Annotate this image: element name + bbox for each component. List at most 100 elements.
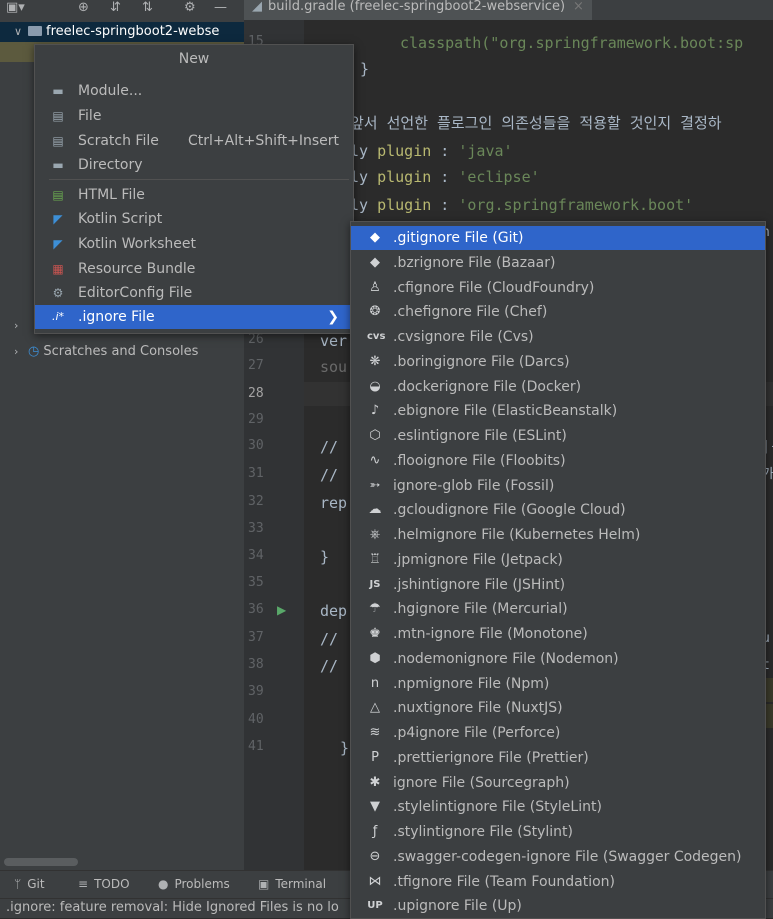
status-message[interactable]: .ignore: feature removal: Hide Ignored F…: [6, 900, 339, 915]
ignore-menu-item[interactable]: ▼ .stylelintignore File (StyleLint): [351, 795, 765, 819]
ignore-menu-item[interactable]: ≋ .p4ignore File (Perforce): [351, 721, 765, 745]
todo-tool-button[interactable]: ≡ TODO: [78, 876, 130, 892]
ignore-menu-item-label: .tfignore File (Team Foundation): [393, 873, 615, 890]
chevron-down-icon[interactable]: ∨: [14, 22, 28, 42]
ignore-menu-item-label: .mtn-ignore File (Monotone): [393, 626, 588, 642]
editor-tab-build-gradle[interactable]: ◢ build.gradle (freelec-springboot2-webse…: [244, 0, 592, 20]
chevron-right-icon[interactable]: ›: [14, 342, 28, 362]
locate-icon[interactable]: ⊕: [78, 1, 89, 15]
ignore-menu-item[interactable]: UP .upignore File (Up): [351, 894, 765, 918]
new-popup-menu: New ▬ Module... ▤ File ▤ Scratch File Ctrl+A…: [34, 44, 354, 334]
git-tool-button[interactable]: ᛘ Git: [14, 876, 45, 892]
ignore-menu-item-label: .nuxtignore File (NuxtJS): [393, 700, 563, 717]
ignore-menu-item[interactable]: ⋈ .tfignore File (Team Foundation): [351, 870, 765, 894]
project-root-node[interactable]: ∨ freelec-springboot2-webse: [0, 22, 244, 42]
ignore-file-icon: .i*: [51, 310, 65, 323]
expand-all-icon[interactable]: ⇵: [110, 1, 121, 15]
mercurial-icon: ☂: [369, 601, 381, 617]
chevron-right-icon[interactable]: ›: [14, 316, 28, 336]
problems-tool-button[interactable]: ● Problems: [158, 876, 230, 892]
code-line: ly plugin : 'eclipse': [350, 168, 540, 186]
menu-item-scratch-file[interactable]: ▤ Scratch File Ctrl+Alt+Shift+Insert: [35, 129, 353, 153]
menu-item-kotlin-script[interactable]: ◤ Kotlin Script: [35, 207, 353, 231]
google-cloud-icon: ☁: [368, 502, 382, 518]
npm-icon: n: [370, 675, 380, 691]
ignore-menu-item-label: .jpmignore File (Jetpack): [393, 551, 563, 568]
ignore-menu-item[interactable]: ➳ ignore-glob File (Fossil): [351, 474, 765, 498]
code-comment: //: [320, 466, 339, 484]
cvs-icon: cvs: [367, 331, 386, 342]
close-icon[interactable]: ×: [573, 0, 584, 14]
ignore-menu-item[interactable]: ◆ .bzrignore File (Bazaar): [351, 251, 765, 275]
menu-item-editorconfig[interactable]: ⚙ EditorConfig File: [35, 281, 353, 305]
ignore-menu-item[interactable]: ∿ .flooignore File (Floobits): [351, 449, 765, 473]
ignore-menu-item[interactable]: ♙ .cfignore File (CloudFoundry): [351, 276, 765, 300]
menu-item-resource-bundle[interactable]: ▦ Resource Bundle: [35, 257, 353, 281]
code-line: }: [320, 548, 330, 566]
ignore-menu-item[interactable]: ❋ .boringignore File (Darcs): [351, 350, 765, 374]
ignore-menu-item[interactable]: cvs .cvsignore File (Cvs): [351, 325, 765, 349]
ignore-menu-item[interactable]: ◒ .dockerignore File (Docker): [351, 375, 765, 399]
tree-node-scratches[interactable]: › ◷ Scratches and Consoles: [0, 342, 198, 362]
module-folder-icon: [28, 26, 42, 36]
line-number: 36: [248, 602, 264, 617]
gradle-icon: ◢: [252, 0, 262, 14]
settings-icon[interactable]: ⚙: [184, 1, 196, 15]
tree-collapsed-node[interactable]: ›: [0, 316, 28, 336]
ignore-menu-item[interactable]: ✱ ignore File (Sourcegraph): [351, 771, 765, 795]
cloudfoundry-icon: ♙: [369, 279, 381, 295]
ignore-menu-item[interactable]: ♪ .ebignore File (ElasticBeanstalk): [351, 399, 765, 423]
ignore-menu-item[interactable]: ☁ .gcloudignore File (Google Cloud): [351, 498, 765, 522]
ignore-menu-item[interactable]: ❂ .chefignore File (Chef): [351, 300, 765, 324]
ignore-menu-item-label: .swagger-codegen-ignore File (Swagger Co…: [393, 848, 742, 865]
ignore-menu-item-label: .stylintignore File (Stylint): [393, 824, 573, 840]
line-number: 41: [248, 739, 264, 754]
code-line: dep: [320, 602, 348, 620]
ignore-menu-item[interactable]: ◆ .gitignore File (Git): [351, 226, 765, 250]
hide-icon[interactable]: —: [214, 1, 227, 15]
ignore-menu-item[interactable]: △ .nuxtignore File (NuxtJS): [351, 696, 765, 720]
ignore-menu-item[interactable]: ♚ .mtn-ignore File (Monotone): [351, 622, 765, 646]
ignore-menu-item[interactable]: n .npmignore File (Npm): [351, 672, 765, 696]
collapse-all-icon[interactable]: ⇅: [142, 1, 153, 15]
nuxtjs-icon: △: [370, 700, 380, 716]
ignore-menu-item[interactable]: ⬡ .eslintignore File (ESLint): [351, 424, 765, 448]
menu-item-file[interactable]: ▤ File: [35, 104, 353, 128]
shortcut-text: Ctrl+Alt+Shift+Insert: [188, 133, 340, 149]
ignore-menu-item-label: .npmignore File (Npm): [393, 675, 550, 692]
horizontal-scrollbar[interactable]: [4, 858, 78, 866]
project-view-icon[interactable]: ▣▾: [6, 1, 25, 15]
new-menu-title: New: [178, 51, 210, 67]
menu-item-directory[interactable]: ▬ Directory: [35, 153, 353, 177]
ignore-menu-item-label: ignore-glob File (Fossil): [393, 477, 555, 494]
ignore-menu-item[interactable]: ƒ .stylintignore File (Stylint): [351, 820, 765, 844]
kotlin-worksheet-icon: ◤: [53, 237, 63, 251]
ignore-menu-item[interactable]: P .prettierignore File (Prettier): [351, 746, 765, 770]
bazaar-icon: ◆: [370, 254, 380, 270]
code-comment: //: [320, 630, 339, 648]
prettier-icon: P: [371, 749, 379, 765]
ignore-menu-item[interactable]: ♖ .jpmignore File (Jetpack): [351, 548, 765, 572]
scratches-label: Scratches and Consoles: [43, 344, 199, 359]
menu-item-ignore-file[interactable]: .i* .ignore File ❯: [35, 305, 353, 329]
list-icon: ≡: [78, 877, 89, 891]
menu-item-module[interactable]: ▬ Module...: [35, 79, 353, 103]
code-line: ly plugin : 'java': [350, 142, 513, 160]
ignore-menu-item[interactable]: JS .jshintignore File (JSHint): [351, 573, 765, 597]
sourcegraph-icon: ✱: [369, 774, 381, 790]
ignore-menu-item[interactable]: ☂ .hgignore File (Mercurial): [351, 597, 765, 621]
menu-item-kotlin-worksheet[interactable]: ◤ Kotlin Worksheet: [35, 232, 353, 256]
ignore-menu-item[interactable]: ⎈ .helmignore File (Kubernetes Helm): [351, 523, 765, 547]
code-comment: //: [320, 657, 339, 675]
menu-item-html-file[interactable]: ▤ HTML File: [35, 183, 353, 207]
ignore-menu-item-label: .p4ignore File (Perforce): [393, 725, 561, 741]
run-icon[interactable]: ▶: [277, 603, 286, 617]
project-root-label: freelec-springboot2-webse: [46, 24, 220, 39]
ignore-menu-item-label: .eslintignore File (ESLint): [393, 428, 567, 444]
ignore-menu-item[interactable]: ⬢ .nodemonignore File (Nodemon): [351, 647, 765, 671]
code-line: }: [360, 60, 370, 78]
line-number: 29: [248, 412, 264, 427]
terminal-tool-button[interactable]: ▣ Terminal: [258, 876, 326, 892]
ignore-menu-item[interactable]: ⊖ .swagger-codegen-ignore File (Swagger C…: [351, 845, 765, 869]
code-line: ver: [320, 332, 348, 350]
